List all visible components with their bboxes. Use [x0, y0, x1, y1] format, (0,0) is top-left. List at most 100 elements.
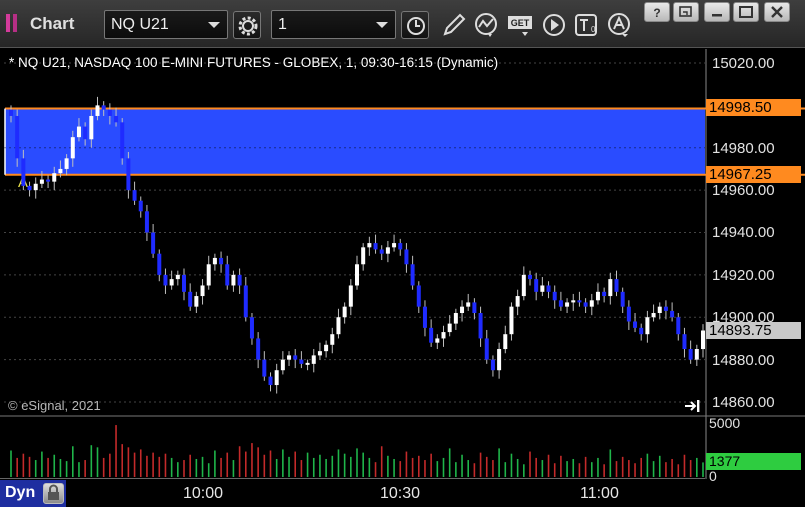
get-icon[interactable]: GET	[507, 12, 533, 38]
candle-body	[107, 109, 112, 116]
candle-body	[497, 349, 502, 371]
text-tool-icon[interactable]: 0	[574, 12, 600, 38]
price-tick: 14940.00	[712, 224, 775, 241]
candle-body	[274, 370, 279, 386]
candle-body	[460, 306, 465, 314]
candle-body	[15, 115, 20, 159]
symbol-combo[interactable]: NQ U21	[104, 10, 228, 39]
candle-body	[663, 306, 668, 311]
candle-body	[249, 317, 254, 339]
candle-body	[114, 115, 119, 123]
candle-body	[182, 274, 186, 292]
candle-body	[435, 338, 440, 343]
candle-body	[528, 274, 532, 280]
chart-header: * NQ U21, NASDAQ 100 E-MINI FUTURES - GL…	[9, 55, 499, 70]
candle-body	[422, 306, 427, 328]
maximize-icon[interactable]	[733, 2, 759, 22]
candle-body	[194, 296, 199, 307]
candle-body	[317, 351, 322, 356]
candle-body	[645, 317, 650, 335]
restore-icon[interactable]	[673, 2, 699, 22]
window-title: Chart	[30, 14, 75, 33]
candle-body	[33, 183, 38, 191]
candle-body	[589, 300, 594, 307]
candle-body	[651, 313, 656, 318]
candle-body	[355, 264, 359, 286]
time-label: 10:00	[183, 485, 224, 502]
chevron-down-icon	[376, 22, 388, 28]
candle-body	[120, 122, 125, 159]
candle-body	[410, 264, 415, 286]
lock-icon[interactable]	[43, 483, 64, 504]
candle-body	[262, 359, 267, 377]
candle-body	[287, 355, 292, 360]
candle-body	[342, 306, 347, 318]
volume-max-tick: 5000	[709, 415, 741, 431]
candle-body	[157, 253, 162, 275]
candle-body	[478, 313, 483, 339]
candle-body	[348, 285, 353, 307]
interval-combo[interactable]: 1	[271, 10, 396, 39]
studies-icon[interactable]	[474, 12, 500, 38]
close-icon[interactable]	[764, 2, 790, 22]
candle-body	[324, 344, 329, 352]
candle-body	[206, 264, 211, 286]
candle-body	[602, 291, 607, 297]
help-icon[interactable]: ?	[644, 2, 670, 22]
candle-body	[163, 274, 168, 286]
candle-body	[429, 327, 434, 343]
candle-body	[447, 323, 452, 333]
candle-body	[237, 274, 242, 286]
candle-body	[466, 302, 471, 307]
candle-body	[336, 317, 341, 335]
candle-body	[188, 291, 193, 307]
candle-body	[175, 274, 180, 280]
candle-body	[688, 349, 693, 360]
candle-body	[361, 247, 366, 265]
alert-icon[interactable]	[607, 12, 633, 38]
candle-body	[367, 243, 372, 248]
candle-body	[225, 264, 230, 286]
settings-gear-icon[interactable]	[233, 11, 261, 39]
candle-body	[577, 300, 582, 303]
candle-body	[540, 285, 545, 292]
candle-body	[200, 285, 205, 297]
candle-body	[682, 334, 687, 350]
scroll-to-end-icon[interactable]	[684, 399, 702, 413]
interval-value: 1	[278, 16, 287, 33]
play-icon[interactable]	[541, 12, 567, 38]
candle-body	[558, 300, 563, 307]
time-label: 10:30	[380, 485, 421, 502]
candle-body	[39, 179, 44, 184]
candle-body	[293, 355, 298, 360]
candle-body	[546, 285, 551, 292]
candle-body	[299, 359, 304, 364]
volume-zero-tick: 0	[709, 468, 717, 484]
minimize-icon[interactable]	[704, 2, 730, 22]
dyn-label[interactable]: Dyn	[5, 484, 35, 502]
chart-toolbar: Chart NQ U21 1 GET 0 ?	[0, 0, 805, 48]
candle-body	[583, 302, 588, 307]
candle-body	[571, 300, 576, 303]
chevron-down-icon	[208, 22, 220, 28]
candle-body	[608, 279, 613, 297]
price-tick: 14980.00	[712, 140, 775, 157]
clock-icon[interactable]	[401, 11, 429, 39]
candle-body	[89, 115, 94, 140]
pencil-draw-icon[interactable]	[441, 12, 467, 38]
candle-body	[256, 338, 261, 360]
price-tick: 14860.00	[712, 394, 775, 411]
candle-body	[701, 330, 705, 350]
candle-body	[633, 321, 638, 328]
candle-body	[219, 257, 224, 265]
svg-text:0: 0	[591, 25, 596, 34]
candle-body	[27, 185, 32, 191]
zone-high-tag: 14998.50	[706, 99, 801, 116]
candle-body	[231, 274, 236, 286]
candle-body	[515, 296, 520, 307]
candle-body	[441, 332, 446, 339]
candle-body	[151, 232, 156, 254]
candle-body	[126, 158, 131, 191]
price-chart[interactable]: A	[0, 49, 805, 479]
candle-body	[101, 105, 106, 110]
